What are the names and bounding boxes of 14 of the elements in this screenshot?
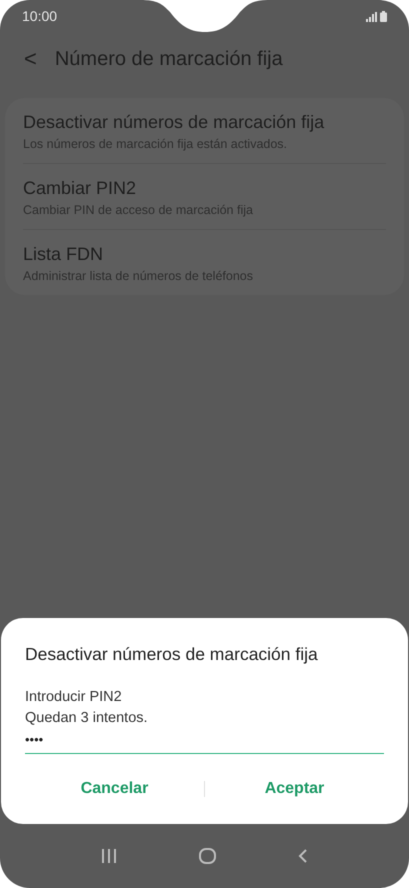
battery-icon [380, 10, 387, 22]
dialog-text: Quedan 3 intentos. [25, 709, 149, 728]
status-time: 10:00 [22, 8, 58, 24]
home-icon[interactable] [199, 848, 216, 864]
dialog-text: Introducir PIN2 [25, 688, 123, 707]
signal-icon [366, 12, 377, 22]
recent-apps-icon[interactable] [101, 849, 117, 863]
back-icon[interactable] [298, 849, 308, 863]
back-button[interactable]: < [24, 46, 37, 72]
page-title: Número de marcación fija [54, 48, 283, 70]
pin-input-field[interactable]: •••• [25, 729, 384, 754]
dialog-title: Desactivar números de marcación fija [25, 644, 319, 665]
dialog-button[interactable]: Cancelar [25, 774, 204, 804]
dialog-button[interactable]: Aceptar [205, 774, 384, 804]
